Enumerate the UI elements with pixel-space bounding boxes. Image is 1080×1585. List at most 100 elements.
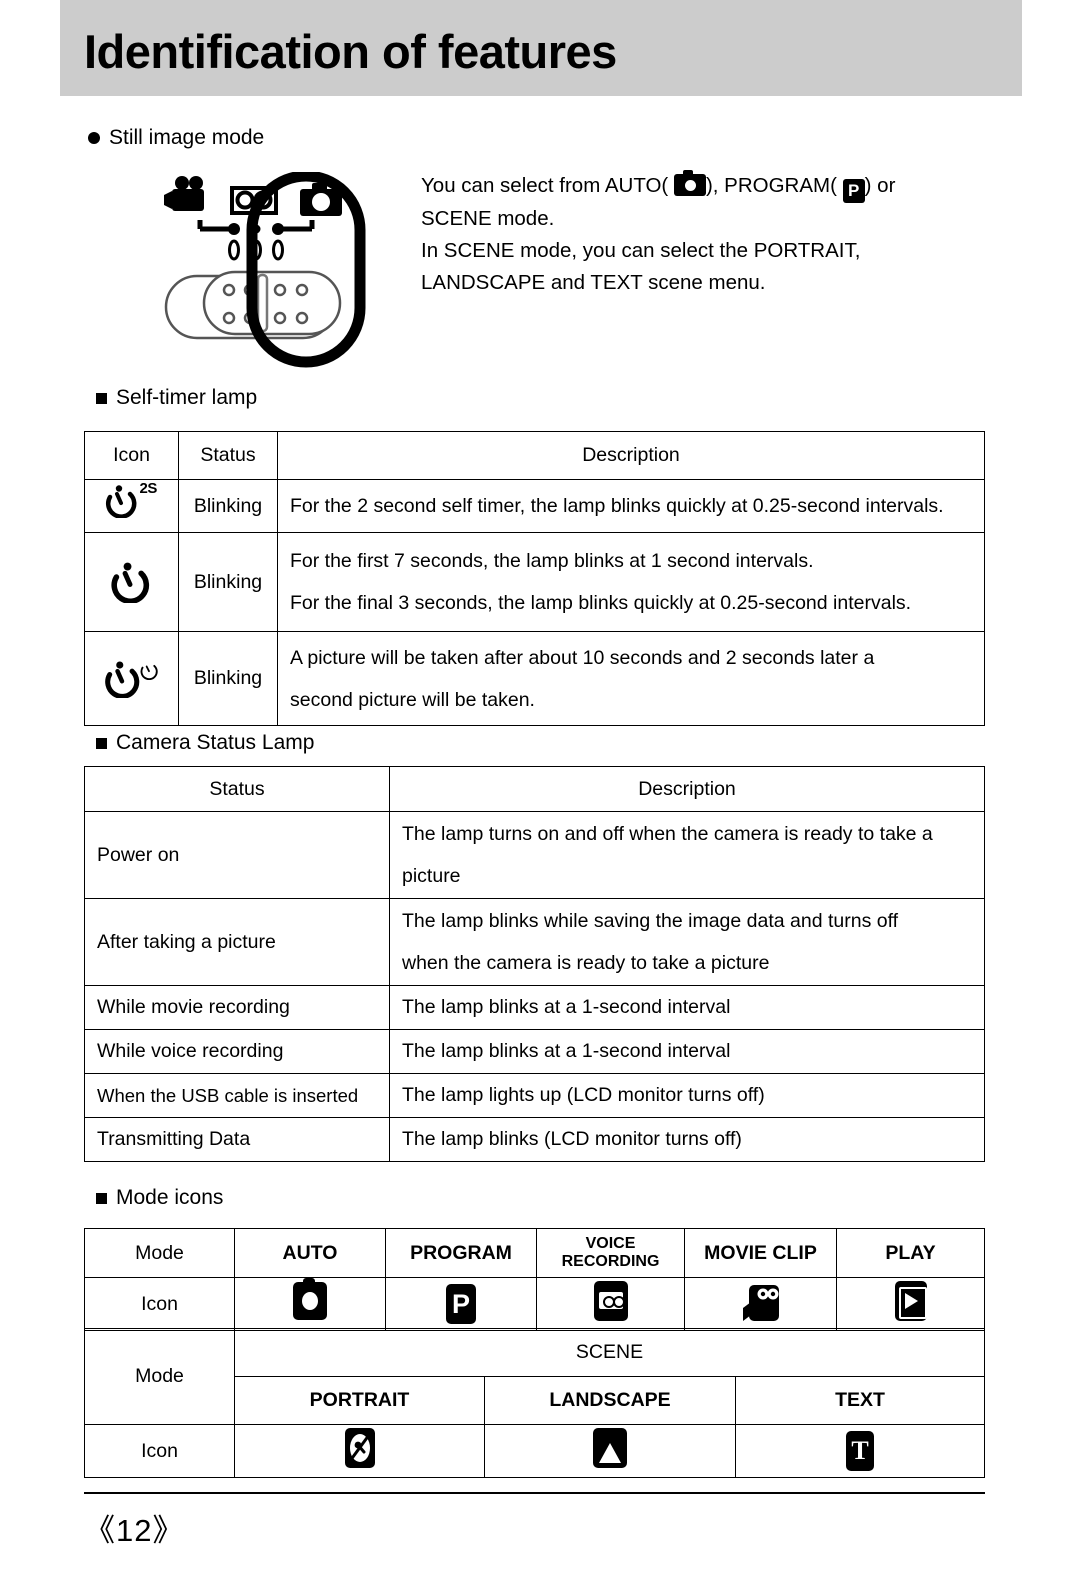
scene-label-text: TEXT: [735, 1376, 985, 1425]
self-timer-description: For the 2 second self timer, the lamp bl…: [277, 479, 985, 533]
description-line-1-pre: You can select from AUTO(: [421, 174, 669, 197]
status-description: The lamp turns on and off when the camer…: [389, 811, 985, 899]
square-bullet-icon: [96, 737, 107, 749]
movie-clip-dial-icon: [164, 176, 204, 211]
table-header-row: Status Description: [84, 766, 985, 812]
square-bullet-icon: [96, 392, 107, 404]
voice-recording-mode-icon-cell: [536, 1277, 685, 1331]
program-mode-icon-cell: P: [385, 1277, 537, 1331]
mode-label-voice-recording: VOICE RECORDING: [536, 1228, 685, 1278]
table-row: When the USB cable is inserted The lamp …: [84, 1073, 985, 1118]
self-timer-2s-icon: 2S: [104, 480, 160, 526]
table-row: Blinking For the first 7 seconds, the la…: [84, 532, 985, 632]
row-label-icon: Icon: [84, 1424, 235, 1478]
status-label: While voice recording: [84, 1029, 390, 1074]
section-heading-still-image-mode: Still image mode: [88, 126, 264, 150]
section-heading-camera-status-lamp: Camera Status Lamp: [96, 731, 314, 755]
portrait-scene-icon: [344, 1428, 375, 1468]
section-label: Self-timer lamp: [116, 386, 258, 409]
movie-clip-mode-icon-cell: [684, 1277, 837, 1331]
manual-page: Identification of features Still image m…: [0, 0, 1080, 1585]
table-row-mode-labels: Mode AUTO PROGRAM VOICE RECORDING MOVIE …: [84, 1228, 985, 1278]
description-line-1: You can select from AUTO( ), PROGRAM( P)…: [421, 170, 981, 203]
table-row: Transmitting Data The lamp blinks (LCD m…: [84, 1117, 985, 1162]
play-mode-icon: [894, 1281, 927, 1321]
table-row-scene-icons: Icon T: [84, 1424, 985, 1478]
mode-label-auto: AUTO: [234, 1228, 386, 1278]
section-label: Still image mode: [109, 126, 265, 149]
column-header-status: Status: [178, 431, 278, 480]
self-timer-2s-superscript: 2S: [139, 480, 158, 497]
column-header-description: Description: [277, 431, 985, 480]
auto-mode-icon-cell: [234, 1277, 386, 1331]
table-row: While movie recording The lamp blinks at…: [84, 985, 985, 1030]
self-timer-status: Blinking: [178, 479, 278, 533]
self-timer-description: For the first 7 seconds, the lamp blinks…: [277, 532, 985, 632]
self-timer-double-icon: [103, 654, 161, 698]
status-description: The lamp lights up (LCD monitor turns of…: [389, 1073, 985, 1118]
landscape-scene-icon: [593, 1428, 627, 1468]
description-line: For the first 7 seconds, the lamp blinks…: [290, 550, 814, 572]
row-label-icon: Icon: [84, 1277, 235, 1331]
camera-status-lamp-table: Status Description Power on The lamp tur…: [84, 766, 985, 1162]
scene-group-label: SCENE: [234, 1328, 985, 1377]
still-image-mode-description: You can select from AUTO( ), PROGRAM( P)…: [421, 170, 981, 299]
table-row: Power on The lamp turns on and off when …: [84, 811, 985, 899]
self-timer-10s-icon: [109, 557, 155, 603]
program-mode-icon: P: [446, 1284, 476, 1324]
status-label: Transmitting Data: [84, 1117, 390, 1162]
section-label: Mode icons: [116, 1186, 224, 1209]
row-label-mode: Mode: [84, 1228, 235, 1278]
self-timer-2s-icon-cell: 2S: [84, 479, 179, 533]
column-header-description: Description: [389, 766, 985, 812]
table-row: After taking a picture The lamp blinks w…: [84, 898, 985, 986]
mode-dial-diagram: [160, 172, 372, 368]
mode-icons-table: Mode AUTO PROGRAM VOICE RECORDING MOVIE …: [84, 1228, 985, 1331]
square-bullet-icon: [96, 1192, 107, 1204]
movie-clip-mode-icon: [742, 1281, 779, 1321]
status-label: After taking a picture: [84, 898, 390, 986]
column-header-icon: Icon: [84, 431, 179, 480]
description-line: picture: [402, 865, 461, 887]
section-heading-self-timer-lamp: Self-timer lamp: [96, 386, 257, 410]
description-line: The lamp turns on and off when the camer…: [402, 823, 933, 845]
auto-mode-icon: [293, 1278, 327, 1320]
self-timer-status: Blinking: [178, 532, 278, 632]
portrait-scene-icon-cell: [234, 1424, 485, 1478]
page-title: Identification of features: [84, 25, 617, 78]
page-number: 《12》: [84, 1513, 185, 1548]
section-label: Camera Status Lamp: [116, 731, 315, 754]
program-mode-icon: P: [842, 179, 865, 203]
text-scene-icon: T: [846, 1431, 874, 1471]
description-line-1-mid: ), PROGRAM(: [705, 174, 837, 197]
description-line-1-post: ) or: [864, 174, 896, 197]
description-line-4: LANDSCAPE and TEXT scene menu.: [421, 271, 766, 294]
description-line-2: SCENE mode.: [421, 207, 555, 230]
voice-recording-mode-icon: [593, 1281, 628, 1321]
description-line: For the final 3 seconds, the lamp blinks…: [290, 592, 912, 614]
self-timer-status: Blinking: [178, 631, 278, 726]
column-header-status: Status: [84, 766, 390, 812]
table-row: While voice recording The lamp blinks at…: [84, 1029, 985, 1074]
status-label: When the USB cable is inserted: [84, 1073, 390, 1118]
camera-mode-icon: [673, 170, 706, 196]
landscape-scene-icon-cell: [484, 1424, 736, 1478]
table-row: Blinking A picture will be taken after a…: [84, 631, 985, 726]
scene-label-landscape: LANDSCAPE: [484, 1376, 736, 1425]
table-row: 2S Blinking For the 2 second self timer,…: [84, 479, 985, 533]
description-line-3: In SCENE mode, you can select the PORTRA…: [421, 239, 861, 262]
table-row-mode-icons: Icon P: [84, 1277, 985, 1331]
section-heading-mode-icons: Mode icons: [96, 1186, 223, 1210]
row-label-mode: Mode: [84, 1328, 235, 1425]
status-description: The lamp blinks while saving the image d…: [389, 898, 985, 986]
round-bullet-icon: [88, 132, 100, 144]
text-scene-icon-cell: T: [735, 1424, 985, 1478]
play-mode-icon-cell: [836, 1277, 985, 1331]
status-description: The lamp blinks at a 1-second interval: [389, 985, 985, 1030]
status-description: The lamp blinks (LCD monitor turns off): [389, 1117, 985, 1162]
self-timer-description: A picture will be taken after about 10 s…: [277, 631, 985, 726]
footer-divider: [84, 1492, 985, 1494]
mode-label-movie-clip: MOVIE CLIP: [684, 1228, 837, 1278]
status-label: Power on: [84, 811, 390, 899]
mode-label-program: PROGRAM: [385, 1228, 537, 1278]
